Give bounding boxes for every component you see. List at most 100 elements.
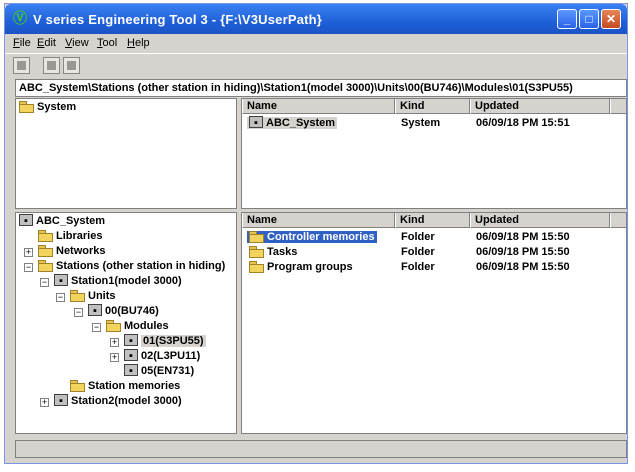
tree-node-label: 01(S3PU55): [141, 335, 206, 347]
folder-icon: [249, 230, 264, 243]
close-button[interactable]: ✕: [601, 9, 621, 29]
tree-node-label: Stations (other station in hiding): [56, 260, 226, 272]
column-header-name[interactable]: Name: [242, 213, 395, 228]
tree-node-label: Station memories: [88, 380, 181, 392]
folder-icon: [38, 244, 53, 257]
tree-node-station1[interactable]: ▪ Station1(model 3000): [54, 274, 182, 289]
menu-help[interactable]: Help: [127, 37, 150, 49]
system-tree-pane[interactable]: System: [15, 98, 237, 209]
list-item[interactable]: ▪ ABC_System System 06/09/18 PM 15:51: [242, 116, 626, 131]
folder-icon: [19, 100, 34, 113]
tree-node-units[interactable]: Units: [70, 289, 116, 304]
list-item-updated: 06/09/18 PM 15:50: [476, 261, 570, 273]
column-header-updated[interactable]: Updated: [470, 99, 610, 114]
tree-node-label: System: [37, 101, 77, 113]
expand-icon[interactable]: +: [40, 398, 49, 407]
tree-node-module-01[interactable]: ▪ 01(S3PU55): [124, 334, 206, 349]
column-header-kind[interactable]: Kind: [395, 213, 470, 228]
station-icon: ▪: [54, 274, 68, 287]
collapse-icon[interactable]: −: [56, 293, 65, 302]
tree-node-stations[interactable]: Stations (other station in hiding): [38, 259, 225, 274]
collapse-icon[interactable]: −: [92, 323, 101, 332]
module-icon: ▪: [124, 364, 138, 377]
tree-node-networks[interactable]: Networks: [38, 244, 106, 259]
collapse-icon[interactable]: −: [40, 278, 49, 287]
tree-node-label: ABC_System: [36, 215, 106, 227]
tree-node-label: Libraries: [56, 230, 103, 242]
toolbar: [5, 53, 627, 78]
list-header: Name Kind Updated: [242, 213, 626, 228]
tree-node-module-05[interactable]: ▪ 05(EN731): [124, 364, 194, 379]
tree-node-label: 00(BU746): [105, 305, 159, 317]
tree-node-libraries[interactable]: Libraries: [38, 229, 102, 244]
paste-icon[interactable]: [63, 57, 80, 74]
menu-help-label: elp: [134, 37, 150, 49]
menu-file-label: ile: [19, 37, 31, 49]
list-item[interactable]: Program groups Folder 06/09/18 PM 15:50: [242, 260, 626, 275]
menu-file[interactable]: File: [13, 37, 31, 49]
tree-node-system[interactable]: System: [19, 100, 76, 115]
list-item-kind: System: [401, 117, 441, 129]
minimize-button[interactable]: _: [557, 9, 577, 29]
list-item-name-label: ABC_System: [266, 117, 336, 129]
system-icon: ▪: [19, 214, 33, 227]
module-icon: ▪: [124, 334, 138, 347]
list-item-name: Tasks: [249, 245, 297, 260]
menu-tool[interactable]: Tool: [97, 37, 117, 49]
menu-help-accel: H: [127, 37, 135, 49]
system-list-pane[interactable]: Name Kind Updated ▪ ABC_System System 06/…: [241, 98, 627, 209]
project-tree-pane[interactable]: ▪ ABC_System Libraries + Networks − Stati…: [15, 212, 237, 434]
tree-node-unit00[interactable]: ▪ 00(BU746): [88, 304, 159, 319]
list-item-name-label: Program groups: [267, 261, 353, 273]
tree-node-label: Networks: [56, 245, 106, 257]
tree-node-module-02[interactable]: ▪ 02(L3PU11): [124, 349, 200, 364]
tree-node-station2[interactable]: ▪ Station2(model 3000): [54, 394, 182, 409]
copy-icon[interactable]: [43, 57, 60, 74]
status-bar: [15, 440, 627, 458]
module-icon: ▪: [124, 349, 138, 362]
list-header: Name Kind Updated: [242, 99, 626, 114]
list-item-kind: Folder: [401, 231, 435, 243]
column-header-name[interactable]: Name: [242, 99, 395, 114]
expand-icon[interactable]: +: [110, 338, 119, 347]
tree-node-station-memories[interactable]: Station memories: [70, 379, 180, 394]
column-header-filler: [610, 213, 626, 228]
collapse-icon[interactable]: −: [24, 263, 33, 272]
maximize-button[interactable]: □: [579, 9, 599, 29]
tree-node-label: Modules: [124, 320, 169, 332]
app-icon[interactable]: Ⓥ: [13, 11, 27, 25]
tree-node-abc-system[interactable]: ▪ ABC_System: [19, 214, 105, 229]
expand-icon[interactable]: +: [24, 248, 33, 257]
menu-edit-label: dit: [44, 37, 56, 49]
menu-tool-label: ool: [102, 37, 118, 49]
menu-file-accel: F: [13, 37, 20, 49]
folder-icon: [106, 319, 121, 332]
tree-node-modules[interactable]: Modules: [106, 319, 169, 334]
collapse-icon[interactable]: −: [74, 308, 83, 317]
folder-icon: [38, 229, 53, 242]
folder-icon: [38, 259, 53, 272]
menu-view[interactable]: View: [65, 37, 89, 49]
list-item-updated: 06/09/18 PM 15:50: [476, 246, 570, 258]
list-item[interactable]: Controller memories Folder 06/09/18 PM 1…: [242, 230, 626, 245]
folder-icon: [249, 245, 264, 258]
column-header-filler: [610, 99, 626, 114]
station-icon: ▪: [54, 394, 68, 407]
tree-node-label: Station1(model 3000): [71, 275, 182, 287]
menu-edit[interactable]: Edit: [37, 37, 56, 49]
menu-view-label: iew: [72, 37, 89, 49]
content-list-pane[interactable]: Name Kind Updated Controller memories Fo…: [241, 212, 627, 434]
folder-icon: [70, 379, 85, 392]
column-header-updated[interactable]: Updated: [470, 213, 610, 228]
tree-node-label: 05(EN731): [141, 365, 195, 377]
tree-node-label: Station2(model 3000): [71, 395, 182, 407]
list-item-kind: Folder: [401, 246, 435, 258]
column-header-kind[interactable]: Kind: [395, 99, 470, 114]
unit-icon: ▪: [88, 304, 102, 317]
list-item[interactable]: Tasks Folder 06/09/18 PM 15:50: [242, 245, 626, 260]
list-item-updated: 06/09/18 PM 15:50: [476, 231, 570, 243]
expand-icon[interactable]: +: [110, 353, 119, 362]
path-bar: ABC_System\Stations (other station in hi…: [15, 79, 627, 97]
title-bar[interactable]: Ⓥ V series Engineering Tool 3 - {F:\V3Us…: [5, 4, 627, 34]
new-icon[interactable]: [13, 57, 30, 74]
